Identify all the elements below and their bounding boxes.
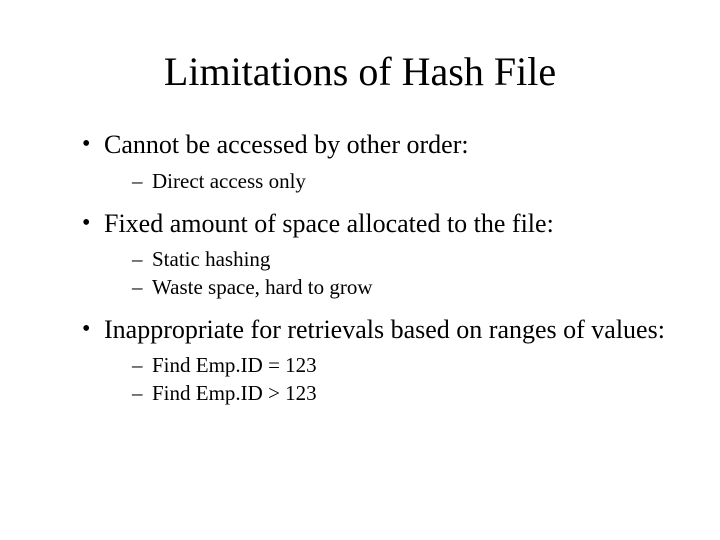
slide-title: Limitations of Hash File [50, 48, 670, 95]
list-item: Fixed amount of space allocated to the f… [82, 208, 670, 300]
sub-list: Static hashing Waste space, hard to grow [104, 246, 670, 300]
sub-list: Direct access only [104, 168, 670, 194]
list-item: Waste space, hard to grow [132, 274, 670, 300]
list-item: Find Emp.ID > 123 [132, 380, 670, 406]
bullet-text: Find Emp.ID > 123 [152, 381, 317, 405]
bullet-text: Waste space, hard to grow [152, 275, 372, 299]
bullet-text: Fixed amount of space allocated to the f… [104, 209, 554, 238]
list-item: Find Emp.ID = 123 [132, 352, 670, 378]
list-item: Static hashing [132, 246, 670, 272]
bullet-text: Find Emp.ID = 123 [152, 353, 317, 377]
bullet-list: Cannot be accessed by other order: Direc… [50, 129, 670, 406]
list-item: Inappropriate for retrievals based on ra… [82, 314, 670, 406]
bullet-text: Inappropriate for retrievals based on ra… [104, 315, 665, 344]
sub-list: Find Emp.ID = 123 Find Emp.ID > 123 [104, 352, 670, 406]
list-item: Cannot be accessed by other order: Direc… [82, 129, 670, 194]
bullet-text: Direct access only [152, 169, 306, 193]
list-item: Direct access only [132, 168, 670, 194]
bullet-text: Static hashing [152, 247, 270, 271]
bullet-text: Cannot be accessed by other order: [104, 130, 469, 159]
